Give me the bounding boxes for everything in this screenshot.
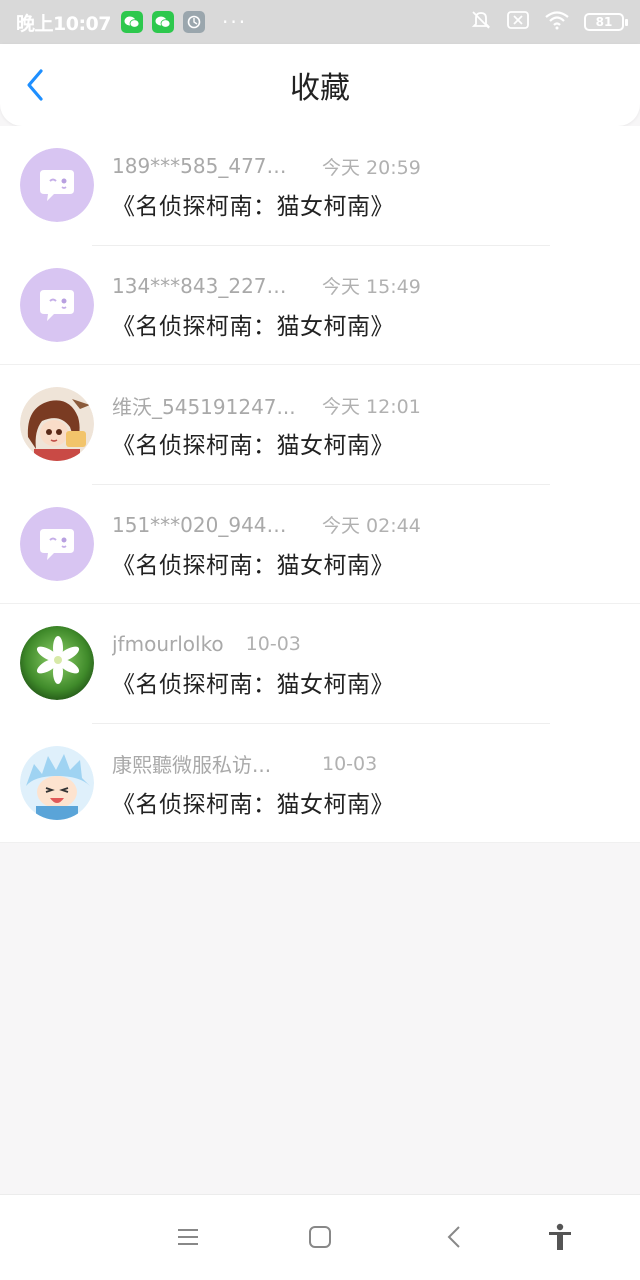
username[interactable]: jfmourlolko bbox=[112, 632, 224, 656]
status-bar: 晚上10:07 ··· 81 bbox=[0, 0, 640, 44]
app-icon bbox=[182, 11, 205, 33]
home-button[interactable] bbox=[300, 1217, 340, 1257]
accessibility-icon bbox=[549, 1223, 571, 1250]
system-back-button[interactable] bbox=[434, 1217, 474, 1257]
list-item[interactable]: 维沃_545191247... 今天 12:01 《名侦探柯南：猫女柯南》 bbox=[0, 365, 640, 485]
timestamp: 今天 02:44 bbox=[322, 515, 421, 537]
list-item[interactable]: 151***020_9443... 今天 02:44 《名侦探柯南：猫女柯南》 bbox=[0, 485, 640, 604]
avatar bbox=[20, 148, 94, 222]
back-triangle-icon bbox=[447, 1226, 460, 1248]
avatar bbox=[20, 506, 94, 581]
chat-bubble-avatar-icon bbox=[20, 267, 94, 342]
flower-avatar-icon bbox=[20, 626, 94, 700]
timestamp: 今天 12:01 bbox=[322, 395, 421, 418]
status-right-group: 81 bbox=[470, 9, 628, 36]
divider bbox=[0, 842, 640, 843]
timestamp: 今天 15:49 bbox=[322, 276, 421, 298]
wechat-icon bbox=[151, 11, 174, 33]
back-button[interactable] bbox=[18, 68, 52, 102]
mute-bell-icon bbox=[470, 9, 492, 36]
username[interactable]: 维沃_545191247... bbox=[112, 391, 298, 420]
avatar bbox=[20, 626, 94, 700]
avatar bbox=[20, 267, 94, 342]
avatar bbox=[20, 387, 94, 461]
username[interactable]: 151***020_9443... bbox=[112, 513, 298, 537]
timestamp: 今天 20:59 bbox=[322, 156, 421, 179]
item-title[interactable]: 《名侦探柯南：猫女柯南》 bbox=[112, 426, 620, 460]
wifi-icon bbox=[544, 10, 570, 35]
favorites-list: 189***585_4774... 今天 20:59 《名侦探柯南：猫女柯南》 … bbox=[0, 126, 640, 843]
timestamp: 10-03 bbox=[245, 633, 301, 655]
system-nav-bar bbox=[0, 1194, 640, 1280]
home-square-icon bbox=[309, 1226, 331, 1248]
accessibility-button[interactable] bbox=[540, 1217, 580, 1257]
item-title[interactable]: 《名侦探柯南：猫女柯南》 bbox=[112, 785, 620, 819]
status-time: 晚上10:07 bbox=[16, 12, 111, 35]
menu-button[interactable] bbox=[168, 1217, 208, 1257]
list-item[interactable]: 189***585_4774... 今天 20:59 《名侦探柯南：猫女柯南》 bbox=[0, 126, 640, 246]
list-item[interactable]: 134***843_2272... 今天 15:49 《名侦探柯南：猫女柯南》 bbox=[0, 246, 640, 365]
username[interactable]: 189***585_4774... bbox=[112, 154, 298, 178]
username[interactable]: 康熙聽微服私访... bbox=[112, 749, 298, 778]
header: 收藏 bbox=[0, 44, 640, 126]
item-title[interactable]: 《名侦探柯南：猫女柯南》 bbox=[112, 187, 620, 221]
battery-icon: 81 bbox=[584, 13, 628, 31]
avatar bbox=[20, 745, 94, 820]
more-notifications-indicator: ··· bbox=[221, 10, 248, 34]
list-item[interactable]: 康熙聽微服私访... 10-03 《名侦探柯南：猫女柯南》 bbox=[0, 724, 640, 843]
username[interactable]: 134***843_2272... bbox=[112, 274, 298, 298]
page-title: 收藏 bbox=[290, 71, 350, 106]
timestamp: 10-03 bbox=[322, 752, 378, 775]
chat-bubble-avatar-icon bbox=[20, 148, 94, 222]
wechat-icon bbox=[120, 11, 143, 33]
chat-bubble-avatar-icon bbox=[20, 506, 94, 581]
item-title[interactable]: 《名侦探柯南：猫女柯南》 bbox=[112, 665, 620, 699]
no-sim-icon bbox=[506, 10, 530, 35]
item-title[interactable]: 《名侦探柯南：猫女柯南》 bbox=[112, 546, 620, 580]
chevron-left-icon bbox=[27, 69, 43, 101]
item-title[interactable]: 《名侦探柯南：猫女柯南》 bbox=[112, 307, 620, 341]
menu-icon bbox=[178, 1229, 198, 1245]
anime-boy-avatar-icon bbox=[20, 745, 94, 820]
list-item[interactable]: jfmourlolko 10-03 《名侦探柯南：猫女柯南》 bbox=[0, 604, 640, 724]
anime-girl-avatar-icon bbox=[20, 387, 94, 461]
